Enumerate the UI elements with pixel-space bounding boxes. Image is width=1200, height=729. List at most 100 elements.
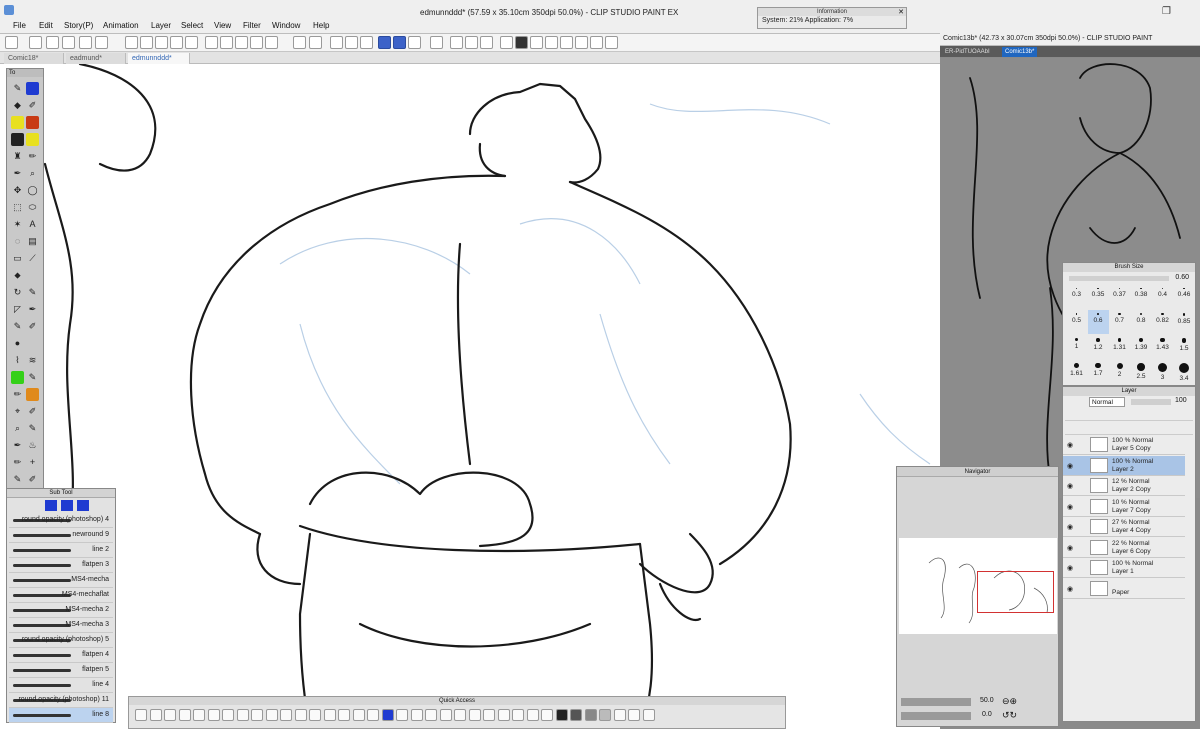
sub-tool-item[interactable]: flatpen 5 [9, 663, 113, 678]
sub-tool-item[interactable]: line 8 [9, 708, 113, 723]
drawing-canvas[interactable] [0, 64, 940, 729]
eyedropper-icon[interactable] [500, 36, 513, 49]
menu-story[interactable]: Story(P) [64, 21, 93, 30]
quick-access-tool-icon[interactable] [222, 709, 234, 721]
image-icon[interactable] [480, 36, 493, 49]
menu-view[interactable]: View [214, 21, 231, 30]
selection-lasso-icon[interactable]: ⬭ [26, 201, 39, 214]
quick-access-tool-icon[interactable] [570, 709, 582, 721]
sub-tool-item[interactable]: line 2 [9, 543, 113, 558]
line-tool-icon[interactable]: ⟋ [26, 252, 39, 265]
brush-size-option[interactable]: 0.4 [1152, 285, 1173, 309]
rotate-icon[interactable]: ↺↻ [1002, 710, 1017, 721]
pen-icon[interactable] [590, 36, 603, 49]
move-tool-icon[interactable]: ✥ [11, 184, 24, 197]
blue-pen-tool-icon[interactable] [26, 82, 39, 95]
layer-row[interactable]: ◉ 100 % Normal Layer 5 Copy [1063, 435, 1185, 455]
navigator-thumbnail[interactable] [899, 538, 1057, 634]
brush-group-icon[interactable] [61, 500, 74, 511]
brush-size-option[interactable]: 0.46 [1174, 285, 1195, 309]
brush-size-option[interactable]: 1.61 [1066, 360, 1087, 384]
tab-comic13b[interactable]: Comic13b* [1002, 47, 1038, 57]
red-pen-tool-icon[interactable] [26, 116, 39, 129]
pen-k-tool-icon[interactable]: ✎ [11, 473, 24, 486]
tab-edmunnddd[interactable]: edmunnddd* [128, 53, 190, 64]
brush-group-icon[interactable] [77, 500, 90, 511]
pen-c-tool-icon[interactable]: ✎ [11, 320, 24, 333]
quick-access-tool-icon[interactable] [294, 709, 307, 721]
quick-access-tool-icon[interactable] [613, 709, 626, 721]
quick-access-tool-icon[interactable] [207, 709, 220, 721]
quick-access-tool-icon[interactable] [599, 709, 611, 721]
quick-access-tool-icon[interactable] [338, 709, 350, 721]
brush-size-option[interactable]: 0.35 [1088, 285, 1109, 309]
smudge-tool-icon[interactable]: ≋ [26, 354, 39, 367]
guide-snap-icon[interactable] [345, 36, 358, 49]
zoom-in-icon[interactable] [220, 36, 233, 49]
dark-brush-tool-icon[interactable] [11, 133, 24, 146]
quick-access-tool-icon[interactable] [323, 709, 336, 721]
zoom-out-icon[interactable] [205, 36, 218, 49]
brush-size-option[interactable]: 0.6 [1087, 310, 1109, 334]
pen-h-tool-icon[interactable]: ✎ [26, 422, 39, 435]
invert-selection-icon[interactable] [575, 36, 588, 49]
paste-icon[interactable] [185, 36, 198, 49]
actual-size-icon[interactable] [250, 36, 263, 49]
restore-icon[interactable]: ❐ [1162, 6, 1171, 17]
redo-icon[interactable] [140, 36, 153, 49]
layer-row[interactable]: ◉ 12 % Normal Layer 2 Copy [1063, 476, 1185, 496]
pen-tool-icon[interactable]: ✎ [11, 82, 24, 95]
layer-row[interactable]: ◉ 22 % Normal Layer 6 Copy [1063, 538, 1185, 558]
eye-icon[interactable]: ◉ [1067, 441, 1073, 449]
transform-icon[interactable] [530, 36, 543, 49]
brush-size-option[interactable]: 1.7 [1088, 360, 1109, 384]
brush-size-option[interactable]: 1.5 [1174, 335, 1195, 359]
grid-snap-icon[interactable] [360, 36, 373, 49]
main-color-icon[interactable] [515, 36, 528, 49]
quick-access-tool-icon[interactable] [483, 709, 495, 721]
pen-b-tool-icon[interactable]: ✎ [26, 286, 39, 299]
brush-size-option[interactable]: 1 [1066, 335, 1087, 359]
stabilizer-icon[interactable] [378, 36, 391, 49]
clear-selection-icon[interactable] [560, 36, 573, 49]
brush-size-option[interactable]: 0.5 [1066, 310, 1087, 334]
layer-mode-icon[interactable] [430, 36, 443, 49]
brush-size-option[interactable]: 0.7 [1109, 310, 1130, 334]
quick-access-tool-icon[interactable] [280, 709, 292, 721]
plus-tool-icon[interactable]: + [26, 456, 39, 469]
sub-tool-item[interactable]: MS4-mechaflat [9, 588, 113, 603]
ink-tool-icon[interactable]: ✒ [11, 167, 24, 180]
quick-access-tool-icon[interactable] [251, 709, 263, 721]
zoom-in-icon[interactable]: ⊖⊕ [1002, 696, 1017, 707]
rotate-icon[interactable] [309, 36, 322, 49]
menu-window[interactable]: Window [272, 21, 300, 30]
eye-icon[interactable]: ◉ [1067, 523, 1073, 531]
brush-group-icon[interactable] [45, 500, 57, 511]
figure-tool-icon[interactable]: ▭ [11, 252, 24, 265]
flip-horizontal-icon[interactable] [293, 36, 306, 49]
copy-icon[interactable] [170, 36, 183, 49]
brush-size-option[interactable]: 0.3 [1066, 285, 1087, 309]
fill-icon[interactable] [605, 36, 618, 49]
quick-access-tool-icon[interactable] [642, 709, 655, 721]
sub-tool-item[interactable]: flatpen 3 [9, 558, 113, 573]
eye-icon[interactable]: ◉ [1067, 564, 1073, 572]
menu-file[interactable]: File [13, 21, 26, 30]
pen-e-tool-icon[interactable]: ✎ [26, 371, 39, 384]
menu-filter[interactable]: Filter [243, 21, 261, 30]
sub-tool-item[interactable]: round opacity (photoshop) 4 [9, 513, 113, 528]
sub-tool-item[interactable]: MS4-mecha 3 [9, 618, 113, 633]
layer-row[interactable]: ◉ Paper [1063, 579, 1185, 599]
quick-access-tool-icon[interactable] [425, 709, 437, 721]
pen-j-tool-icon[interactable]: ✏ [11, 456, 24, 469]
fit-screen-icon[interactable] [235, 36, 248, 49]
navigator-zoom-slider[interactable] [901, 698, 971, 706]
cut-icon[interactable] [155, 36, 168, 49]
quick-access-tool-icon[interactable] [628, 709, 640, 721]
crop-icon[interactable] [545, 36, 558, 49]
eye-icon[interactable]: ◉ [1067, 544, 1073, 552]
folder-icon[interactable] [62, 36, 75, 49]
brush-size-slider[interactable] [1069, 276, 1169, 281]
eye-icon[interactable]: ◉ [1067, 503, 1073, 511]
print-icon[interactable] [95, 36, 108, 49]
